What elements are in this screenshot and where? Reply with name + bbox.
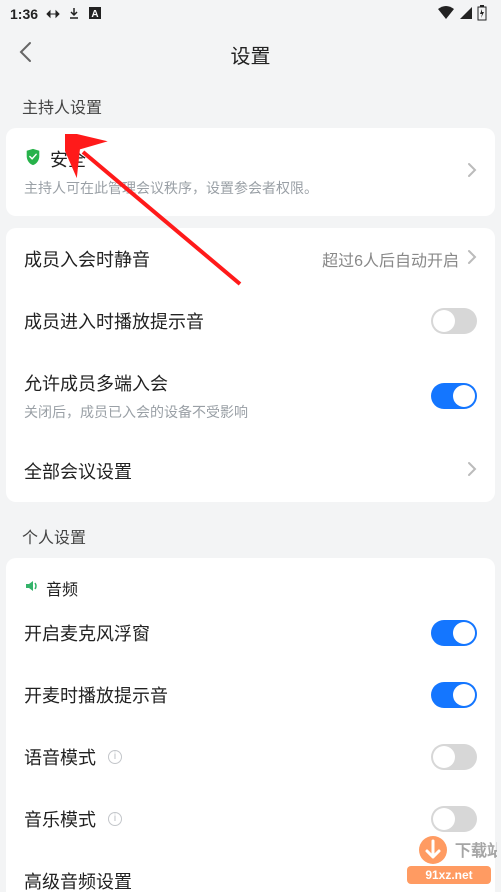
toggle-sound-on-unmute[interactable] (431, 682, 477, 708)
audio-section-header: 音频 (24, 558, 477, 602)
play-sound-on-enter-title: 成员进入时播放提示音 (24, 308, 204, 334)
shield-icon (24, 148, 42, 171)
row-sound-on-unmute: 开麦时播放提示音 (24, 664, 477, 726)
sync-icon (46, 6, 60, 22)
toggle-mic-float[interactable] (431, 620, 477, 646)
row-music-mode: 音乐模式 i (24, 788, 477, 850)
audio-header-label: 音频 (46, 576, 78, 600)
card-security: 安全 主持人可在此管理会议秩序，设置参会者权限。 (6, 128, 495, 216)
speaker-icon (24, 578, 40, 599)
mute-on-join-title: 成员入会时静音 (24, 246, 150, 272)
info-icon[interactable]: i (108, 750, 122, 764)
all-meeting-settings-title: 全部会议设置 (24, 458, 132, 484)
svg-text:A: A (91, 9, 98, 20)
voice-mode-title: 语音模式 (24, 744, 96, 770)
chevron-right-icon (467, 162, 477, 183)
multi-device-title: 允许成员多端入会 (24, 370, 168, 396)
status-bar: 1:36 A (0, 0, 501, 28)
chevron-right-icon (467, 461, 477, 482)
row-mute-on-join[interactable]: 成员入会时静音 超过6人后自动开启 (24, 228, 477, 290)
mic-float-title: 开启麦克风浮窗 (24, 620, 150, 646)
page-title: 设置 (0, 40, 501, 69)
chevron-left-icon (18, 41, 32, 63)
toggle-multi-device[interactable] (431, 383, 477, 409)
row-all-meeting-settings[interactable]: 全部会议设置 (24, 440, 477, 502)
back-button[interactable] (18, 41, 32, 67)
section-label-personal: 个人设置 (0, 502, 501, 558)
card-personal-audio: 音频 开启麦克风浮窗 开麦时播放提示音 语音模式 i 音乐模式 i 高级音频设置 (6, 558, 495, 892)
toggle-voice-mode[interactable] (431, 744, 477, 770)
a-box-icon: A (88, 6, 102, 23)
status-time: 1:36 (10, 6, 38, 22)
signal-icon (459, 6, 473, 23)
security-title: 安全 (50, 146, 86, 172)
security-subtitle: 主持人可在此管理会议秩序，设置参会者权限。 (24, 178, 467, 198)
sound-on-unmute-title: 开麦时播放提示音 (24, 682, 168, 708)
advanced-audio-title: 高级音频设置 (24, 868, 132, 892)
multi-device-subtitle: 关闭后，成员已入会的设备不受影响 (24, 402, 431, 422)
info-icon[interactable]: i (108, 812, 122, 826)
row-advanced-audio[interactable]: 高级音频设置 (24, 850, 477, 892)
row-security[interactable]: 安全 主持人可在此管理会议秩序，设置参会者权限。 (24, 128, 477, 216)
row-play-sound-on-enter: 成员进入时播放提示音 (24, 290, 477, 352)
chevron-right-icon (467, 249, 477, 270)
card-host-controls: 成员入会时静音 超过6人后自动开启 成员进入时播放提示音 允许成员多端入会 关闭… (6, 228, 495, 502)
toggle-play-sound-on-enter[interactable] (431, 308, 477, 334)
music-mode-title: 音乐模式 (24, 806, 96, 832)
wifi-icon (437, 6, 455, 23)
page-header: 设置 (0, 28, 501, 80)
toggle-music-mode[interactable] (431, 806, 477, 832)
row-voice-mode: 语音模式 i (24, 726, 477, 788)
row-mic-float: 开启麦克风浮窗 (24, 602, 477, 664)
row-multi-device: 允许成员多端入会 关闭后，成员已入会的设备不受影响 (24, 352, 477, 440)
section-label-host: 主持人设置 (0, 80, 501, 128)
download-icon (68, 6, 80, 22)
battery-icon (477, 5, 487, 24)
mute-on-join-value: 超过6人后自动开启 (322, 247, 459, 271)
